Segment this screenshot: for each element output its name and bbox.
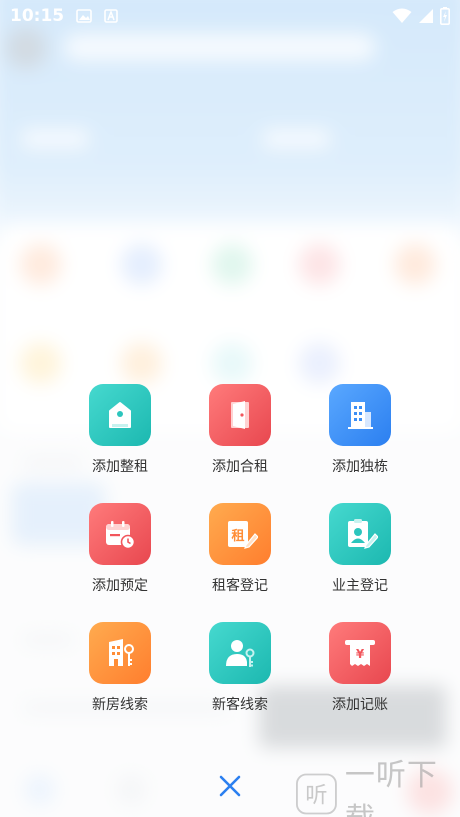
action-label: 添加独栋: [332, 459, 388, 475]
house-icon: [109, 402, 131, 428]
status-time: 10:15: [10, 6, 65, 26]
add-reservation-button[interactable]: 添加预定: [60, 503, 180, 622]
action-tile[interactable]: [89, 503, 151, 565]
rent-edit-icon: 租: [228, 521, 258, 549]
action-tile[interactable]: [209, 384, 271, 446]
action-tile[interactable]: 租: [209, 503, 271, 565]
yen-receipt-icon: ¥: [345, 640, 375, 666]
wifi-icon: [392, 8, 412, 23]
watermark-text: 一听下载: [344, 758, 438, 817]
yen-glyph: ¥: [356, 647, 365, 661]
watermark-logo-glyph: 听: [305, 782, 327, 808]
action-tile[interactable]: [329, 503, 391, 565]
action-tile[interactable]: [89, 384, 151, 446]
action-tile[interactable]: [89, 622, 151, 684]
add-standalone-building-button[interactable]: 添加独栋: [300, 384, 420, 503]
action-label: 新房线索: [92, 697, 148, 713]
action-grid: 添加整租 添加合租 添加独栋 添加预定 租 租客登记 业主登记 新房线索 新客线…: [60, 384, 420, 741]
action-label: 添加预定: [92, 578, 148, 594]
close-button[interactable]: [212, 768, 248, 804]
image-notification-icon: [76, 9, 92, 23]
status-bar: 10:15: [0, 0, 460, 32]
new-customer-lead-button[interactable]: 新客线索: [180, 622, 300, 741]
action-label: 业主登记: [332, 578, 388, 594]
watermark: 听 一听下载: [296, 758, 460, 817]
building-key-icon: [109, 639, 134, 666]
person-key-icon: [226, 640, 255, 667]
close-icon: [219, 775, 241, 797]
rent-glyph: 租: [231, 529, 244, 544]
action-label: 添加合租: [212, 459, 268, 475]
watermark-logo: 听: [296, 773, 337, 815]
calendar-clock-icon: [106, 521, 136, 550]
add-bookkeeping-button[interactable]: ¥ 添加记账: [300, 622, 420, 741]
action-tile[interactable]: [209, 622, 271, 684]
signal-icon: [419, 9, 433, 23]
battery-charging-icon: [440, 7, 450, 25]
action-tile[interactable]: [329, 384, 391, 446]
action-label: 新客线索: [212, 697, 268, 713]
tenant-registration-button[interactable]: 租 租客登记: [180, 503, 300, 622]
action-label: 添加整租: [92, 459, 148, 475]
add-whole-rent-button[interactable]: 添加整租: [60, 384, 180, 503]
action-tile[interactable]: ¥: [329, 622, 391, 684]
building-icon: [348, 402, 373, 429]
text-notification-icon: [104, 9, 118, 23]
new-property-lead-button[interactable]: 新房线索: [60, 622, 180, 741]
action-label: 租客登记: [212, 578, 268, 594]
owner-registration-button[interactable]: 业主登记: [300, 503, 420, 622]
id-card-edit-icon: [348, 519, 378, 549]
add-shared-rent-button[interactable]: 添加合租: [180, 384, 300, 503]
action-label: 添加记账: [332, 697, 388, 713]
door-icon: [231, 401, 249, 429]
